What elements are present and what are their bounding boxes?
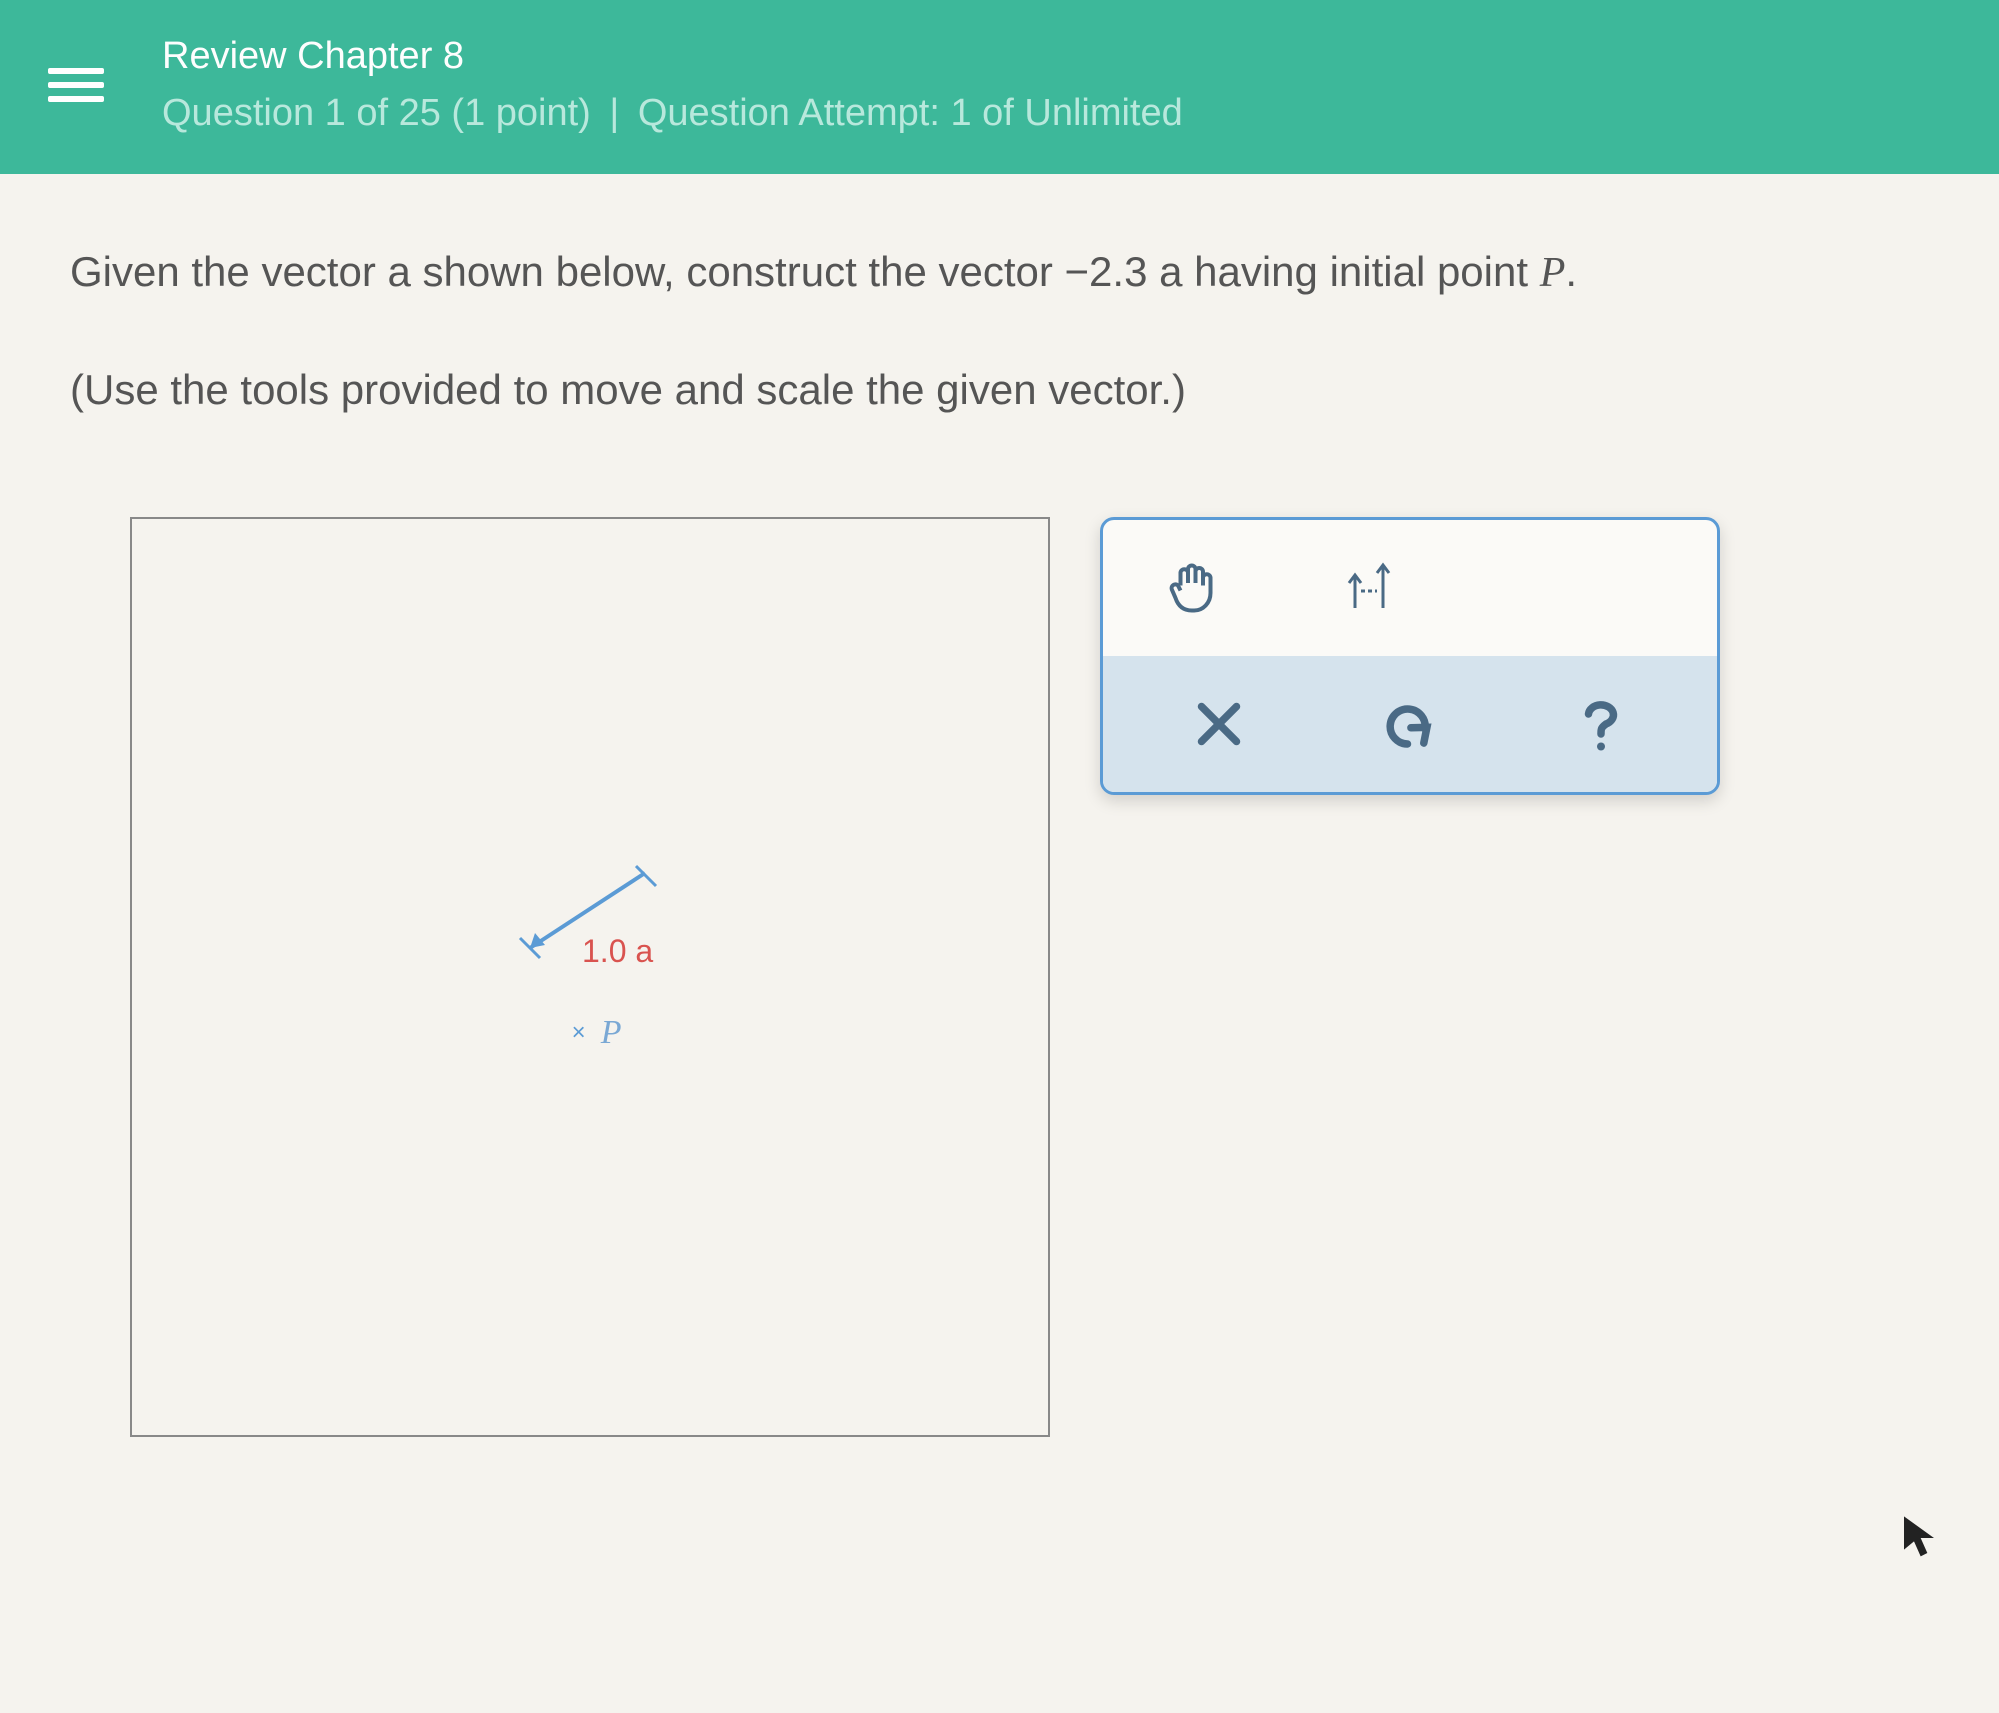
- tool-row-bottom: [1103, 656, 1717, 792]
- header-text: Review Chapter 8 Question 1 of 25 (1 poi…: [162, 28, 1183, 142]
- point-marker-icon: ×: [572, 1019, 586, 1047]
- scale-tool[interactable]: [1333, 548, 1413, 628]
- vector-a[interactable]: 1.0 a: [510, 858, 670, 968]
- question-mark-icon: [1571, 694, 1631, 754]
- q-scalar: −2.3: [1065, 248, 1148, 295]
- point-p[interactable]: × P: [572, 1014, 622, 1052]
- work-area: 1.0 a × P: [70, 517, 1929, 1437]
- menu-icon[interactable]: [40, 60, 112, 110]
- hand-icon: [1163, 558, 1223, 618]
- q-end: .: [1565, 248, 1577, 295]
- mouse-cursor-icon: [1899, 1513, 1939, 1563]
- attempt-label: Question Attempt: 1 of Unlimited: [638, 92, 1183, 134]
- q-point-var: P: [1540, 250, 1566, 296]
- header-bar: Review Chapter 8 Question 1 of 25 (1 poi…: [0, 0, 1999, 174]
- undo-icon: [1380, 694, 1440, 754]
- q-post: a having initial point: [1147, 248, 1539, 295]
- vector-canvas[interactable]: 1.0 a × P: [130, 517, 1050, 1437]
- question-indicator: Question 1 of 25 (1 point) | Question At…: [162, 85, 1183, 142]
- q-pre: Given the vector a shown below, construc…: [70, 248, 1065, 295]
- clear-button[interactable]: [1179, 684, 1259, 764]
- chapter-title: Review Chapter 8: [162, 28, 1183, 85]
- undo-button[interactable]: [1370, 684, 1450, 764]
- toolbox: [1100, 517, 1720, 795]
- point-p-label: P: [601, 1014, 622, 1052]
- content-area: Given the vector a shown below, construc…: [0, 174, 1999, 1497]
- help-button[interactable]: [1561, 684, 1641, 764]
- vector-scale-label: 1.0 a: [582, 933, 653, 970]
- question-line-2: (Use the tools provided to move and scal…: [70, 352, 1929, 428]
- question-line-1: Given the vector a shown below, construc…: [70, 234, 1929, 312]
- tool-row-top: [1103, 520, 1717, 656]
- divider: |: [609, 92, 619, 134]
- hand-move-tool[interactable]: [1153, 548, 1233, 628]
- question-text: Given the vector a shown below, construc…: [70, 234, 1929, 427]
- scale-arrows-icon: [1343, 558, 1403, 618]
- question-pos: Question 1 of 25 (1 point): [162, 92, 591, 134]
- x-icon: [1189, 694, 1249, 754]
